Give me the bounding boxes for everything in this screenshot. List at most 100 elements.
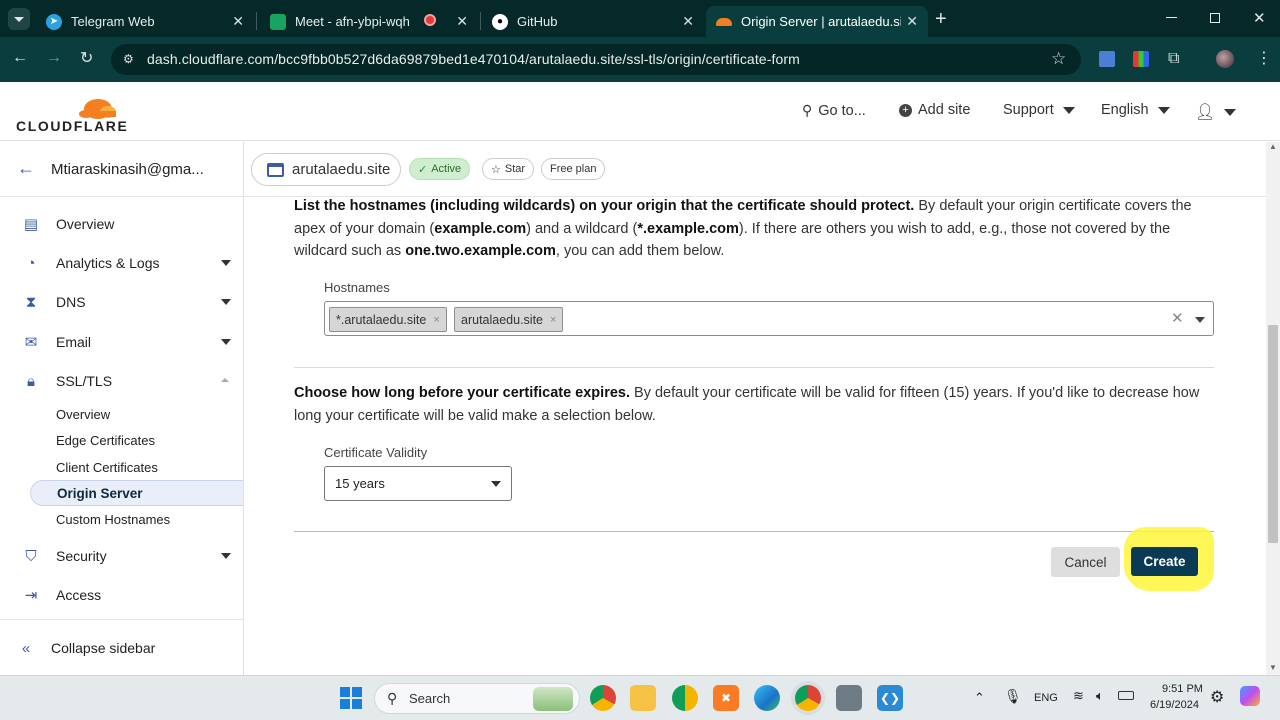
chevron-down-icon [1224,108,1237,116]
goto-button[interactable]: ⚲ Go to... [802,102,866,119]
taskbar-search[interactable]: ⚲ Search [374,683,580,714]
copilot-icon[interactable] [1240,686,1260,706]
color-extension-icon[interactable] [1133,51,1149,67]
sidebar-item-email[interactable]: ✉ Email [0,327,243,357]
sidebar-sub-label: Custom Hostnames [56,511,171,527]
extensions-icon[interactable]: ⧉ [1168,50,1179,68]
add-site-button[interactable]: + Add site [899,102,970,118]
expiry-heading: Choose how long before your certificate … [294,385,630,401]
sidebar-item-label: Access [56,587,102,603]
remove-tag-icon[interactable]: × [550,314,556,326]
cancel-button[interactable]: Cancel [1051,547,1120,577]
chrome-canary-icon[interactable] [672,685,698,711]
access-icon: ⇥ [24,587,38,604]
remove-tag-icon[interactable]: × [433,314,439,326]
close-icon[interactable]: ✕ [906,13,918,30]
settings-gear-icon[interactable]: ⚙ [1210,687,1224,707]
address-bar[interactable]: ⚙ dash.cloudflare.com/bcc9fbb0b527d6da69… [111,44,1081,75]
sidebar-sub-edge-certificates[interactable]: Edge Certificates [30,427,243,453]
volume-icon[interactable]: 🔈︎ [1096,688,1104,704]
scroll-down-icon[interactable]: ▼ [1269,663,1277,672]
wifi-icon[interactable]: ≋ [1073,688,1084,704]
support-dropdown[interactable]: Support [1003,102,1075,118]
clock-date[interactable]: 6/19/2024 [1150,699,1199,711]
sidebar-item-security[interactable]: ⛉ Security [0,541,243,571]
sidebar-sub-origin-server[interactable]: Origin Server [30,480,243,506]
back-arrow-icon[interactable]: ← [17,158,35,179]
sidebar-item-analytics[interactable]: ◔ Analytics & Logs [0,248,243,278]
cloudflare-header: CLOUDFLARE ⚲ Go to... + Add site Support… [0,82,1280,141]
domain-selector[interactable]: arutalaedu.site [251,153,401,186]
back-icon[interactable]: ← [12,49,28,67]
star-button[interactable]: ☆ Star [482,158,535,180]
record-icon [424,14,436,26]
sidebar-item-dns[interactable]: ⧗ DNS [0,287,243,317]
clock-time[interactable]: 9:51 PM [1162,683,1203,695]
profile-avatar[interactable] [1216,50,1234,68]
create-button[interactable]: Create [1131,547,1198,576]
language-indicator[interactable]: ENG [1034,692,1058,704]
scroll-thumb[interactable] [1268,325,1278,543]
language-dropdown[interactable]: English [1101,102,1170,118]
new-tab-icon[interactable]: + [935,8,947,31]
validity-select[interactable]: 15 years [324,466,512,501]
site-info-icon[interactable]: ⚙ [123,52,134,66]
edge-icon[interactable] [754,685,780,711]
close-icon[interactable] [424,13,436,29]
account-name[interactable]: Mtiaraskinasih@gma... [51,161,204,178]
minimize-icon[interactable] [1166,17,1177,18]
tab-origin-server[interactable]: Origin Server | arutalaedu.site | ✕ [706,6,928,37]
collapse-sidebar-button[interactable]: « Collapse sidebar [0,633,243,663]
menu-icon[interactable]: ⋮ [1256,48,1272,68]
sidebar-sub-custom-hostnames[interactable]: Custom Hostnames [30,506,243,532]
chrome-icon[interactable] [590,685,616,711]
reload-icon[interactable]: ↻ [80,48,93,68]
double-chevron-left-icon: « [21,639,31,657]
battery-icon[interactable] [1118,691,1134,700]
search-icon: ⚲ [802,102,813,118]
chevron-down-icon[interactable] [1195,317,1205,323]
sidebar-item-label: DNS [56,294,86,310]
plan-badge[interactable]: Free plan [541,158,606,180]
chevron-down-icon [221,260,231,266]
hostname-tag-label: *.arutalaedu.site [336,312,427,327]
close-icon[interactable]: ✕ [682,13,694,30]
hostname-tag[interactable]: *.arutalaedu.site × [329,307,447,332]
tab-github[interactable]: ● GitHub ✕ [482,6,704,37]
close-icon[interactable]: ✕ [232,13,244,30]
forward-icon[interactable]: → [46,49,62,67]
chrome-active-icon[interactable] [795,685,821,711]
sidebar-item-overview[interactable]: ▤ Overview [0,209,243,239]
microphone-icon[interactable]: 🎙︎ [1004,688,1022,705]
cloudflare-logo[interactable]: CLOUDFLARE [16,92,127,134]
bookmark-star-icon[interactable]: ☆ [1051,49,1066,69]
file-explorer-icon[interactable] [630,685,656,711]
hostnames-input[interactable]: *.arutalaedu.site × arutalaedu.site × ✕ [324,301,1214,336]
document-icon: ▤ [23,216,39,233]
close-window-icon[interactable]: ✕ [1253,9,1266,27]
hostname-tag[interactable]: arutalaedu.site × [454,307,564,332]
scroll-up-icon[interactable]: ▲ [1269,142,1277,151]
sidebar-item-ssl-tls[interactable]: 🔒︎ SSL/TLS [0,366,243,396]
taskbar: ⚲ Search ✖ ❮❯ ⌃ 🎙︎ ENG ≋ 🔈︎ 9:51 PM 6/19… [0,675,1280,720]
vscode-icon[interactable]: ❮❯ [877,685,903,711]
xampp-icon[interactable]: ✖ [713,685,739,711]
restore-icon[interactable] [1210,13,1220,23]
sidebar-sub-client-certificates[interactable]: Client Certificates [30,454,243,480]
translate-extension-icon[interactable] [1099,51,1115,67]
mail-icon: ✉ [24,334,38,351]
user-menu[interactable]: 👤︎ [1195,102,1237,122]
tab-telegram[interactable]: ➤ Telegram Web ✕ [36,6,254,37]
star-icon: ☆ [491,163,501,176]
tray-chevron-up-icon[interactable]: ⌃ [974,690,985,706]
sidebar-item-access[interactable]: ⇥ Access [0,580,243,610]
close-icon[interactable]: ✕ [456,13,468,30]
tab-meet[interactable]: Meet - afn-ybpi-wqh ✕ [260,6,478,37]
clear-icon[interactable]: ✕ [1171,309,1184,327]
app-installer-icon[interactable] [836,685,862,711]
chevron-up-icon [221,378,229,382]
tab-search-dropdown[interactable] [8,8,30,30]
windows-start-icon[interactable] [340,687,362,709]
sidebar-sub-overview[interactable]: Overview [30,401,243,427]
validity-label: Certificate Validity [324,445,428,460]
